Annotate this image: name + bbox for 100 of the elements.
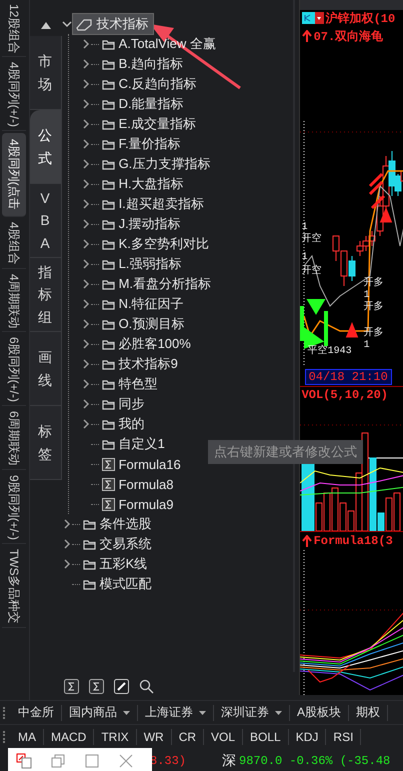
indicator-tab[interactable]: MA xyxy=(11,728,44,744)
side-tab[interactable]: TWS多品种交 xyxy=(2,546,26,628)
indicator-tab[interactable]: MACD xyxy=(44,728,94,744)
side-tab[interactable]: 4股同列(+/-) xyxy=(2,59,26,132)
tree-item[interactable]: 特色型 xyxy=(98,373,163,395)
side-tab[interactable]: 12股组合 xyxy=(2,1,26,58)
tree-item[interactable]: 五彩K线 xyxy=(80,553,152,575)
indicator-tab[interactable]: TRIX xyxy=(94,728,137,744)
indicator-tab[interactable]: KDJ xyxy=(288,728,326,744)
tree-item[interactable]: 我的 xyxy=(98,413,150,435)
edit-icon[interactable] xyxy=(114,678,129,694)
tree-item[interactable]: 模式匹配 xyxy=(80,573,157,595)
sigma-icon[interactable] xyxy=(88,678,104,694)
expand-icon[interactable] xyxy=(80,119,91,129)
folder-icon xyxy=(102,378,115,390)
side-tab[interactable]: 6股同列(+/-) xyxy=(2,334,26,406)
expand-icon[interactable] xyxy=(80,199,91,209)
expand-icon[interactable] xyxy=(62,519,72,529)
tree-item[interactable]: F.量价指标 xyxy=(98,133,186,155)
folder-icon xyxy=(102,298,115,310)
market-tab[interactable]: A股板块 xyxy=(290,704,350,720)
tree-item[interactable]: 交易系统 xyxy=(80,533,157,555)
quote-text: 9870.0 -0.36% (-35.48 xyxy=(239,754,390,768)
panel-tab[interactable]: 市场 xyxy=(30,36,62,110)
tree-item[interactable]: 同步 xyxy=(98,393,150,415)
side-tab[interactable]: 4股组合 xyxy=(2,219,26,269)
collapse-icon[interactable] xyxy=(62,19,72,29)
indicator-tab[interactable]: CR xyxy=(172,728,204,744)
sigma-icon[interactable] xyxy=(64,678,79,694)
tree-item[interactable]: M.看盘分析指标 xyxy=(98,273,216,295)
expand-icon[interactable] xyxy=(80,319,91,329)
expand-icon[interactable] xyxy=(80,79,91,89)
tree-item[interactable]: C.反趋向指标 xyxy=(98,73,202,95)
tree-item[interactable]: 自定义1 xyxy=(98,433,170,455)
tree-item[interactable]: E.成交量指标 xyxy=(98,113,201,135)
tree-item[interactable]: H.大盘指标 xyxy=(98,173,189,195)
expand-icon[interactable] xyxy=(80,99,91,109)
expand-icon[interactable] xyxy=(80,399,91,409)
tree-item[interactable]: 条件选股 xyxy=(80,513,157,535)
expand-icon[interactable] xyxy=(80,159,91,169)
folder-icon xyxy=(102,398,115,410)
tree-item[interactable]: J.摆动指标 xyxy=(98,213,186,235)
panel-tab[interactable]: 公式 xyxy=(30,110,62,184)
tree-item[interactable]: B.趋向指标 xyxy=(98,53,188,75)
expand-icon[interactable] xyxy=(80,339,91,349)
app-icon[interactable] xyxy=(16,753,32,769)
expand-icon[interactable] xyxy=(80,379,91,389)
market-tab[interactable]: 国内商品 xyxy=(62,704,138,720)
panel-tab[interactable]: 标签 xyxy=(30,406,62,480)
panel-tab[interactable]: VBA xyxy=(30,184,62,258)
side-tab[interactable]: 4股同列(点击 xyxy=(2,133,26,218)
market-tab[interactable]: 深圳证券 xyxy=(214,704,290,720)
expand-icon[interactable] xyxy=(80,179,91,189)
tree-item[interactable]: N.特征因子 xyxy=(98,293,189,315)
expand-icon[interactable] xyxy=(80,39,91,49)
tree-item[interactable]: Formula16 xyxy=(98,454,186,474)
indicator-tab[interactable]: RSI xyxy=(326,728,362,744)
expand-icon[interactable] xyxy=(80,279,91,289)
expand-icon[interactable] xyxy=(80,59,91,69)
tree-item[interactable]: K.多空势利对比 xyxy=(98,233,214,255)
panel-tab[interactable]: 画线 xyxy=(30,332,62,406)
side-tab[interactable]: 4周期联动 xyxy=(2,270,26,332)
tree-item[interactable]: O.预测目标 xyxy=(98,313,190,335)
market-tab[interactable]: 中金所 xyxy=(11,704,62,720)
tree-item[interactable]: 必胜客100% xyxy=(98,333,196,355)
expand-icon[interactable] xyxy=(62,539,72,549)
folder-icon xyxy=(102,178,115,190)
panel-tab[interactable]: 指标组 xyxy=(30,258,62,332)
expand-icon[interactable] xyxy=(80,259,91,269)
tree-item[interactable]: 技术指标9 xyxy=(98,353,183,375)
folder-icon xyxy=(102,418,115,430)
folder-icon xyxy=(102,438,115,450)
tree-item[interactable]: G.压力支撑指标 xyxy=(98,153,216,175)
indicator-tab[interactable]: WR xyxy=(136,728,172,744)
expand-icon[interactable] xyxy=(80,139,91,149)
tree-item[interactable]: 技术指标 xyxy=(72,13,154,35)
up-arrow-icon xyxy=(302,534,312,548)
tree-item[interactable]: D.能量指标 xyxy=(98,93,189,115)
indicator-tab[interactable]: VOL xyxy=(204,728,244,744)
expand-icon[interactable] xyxy=(80,359,91,369)
side-tab[interactable]: 9股同列(+/-) xyxy=(2,472,26,544)
maximize-icon[interactable] xyxy=(84,753,100,769)
expand-icon[interactable] xyxy=(80,419,91,429)
restore-icon[interactable] xyxy=(50,753,66,769)
tree-item[interactable]: I.超买超卖指标 xyxy=(98,193,209,215)
market-tab[interactable]: 上海证券 xyxy=(138,704,214,720)
expand-icon[interactable] xyxy=(80,219,91,229)
search-icon[interactable] xyxy=(138,678,154,694)
scroll-up-icon[interactable] xyxy=(40,22,51,28)
expand-icon[interactable] xyxy=(62,559,72,569)
side-tab[interactable]: 6周期联动 xyxy=(2,408,26,470)
chart-type-button[interactable] xyxy=(302,12,324,24)
tree-item[interactable]: Formula9 xyxy=(98,494,178,514)
close-icon[interactable] xyxy=(118,753,134,769)
expand-icon[interactable] xyxy=(80,299,91,309)
tree-item[interactable]: L.强弱指标 xyxy=(98,253,186,275)
expand-icon[interactable] xyxy=(80,239,91,249)
indicator-tab[interactable]: BOLL xyxy=(243,728,289,744)
market-tab[interactable]: 期权 xyxy=(349,704,388,720)
tree-item[interactable]: Formula8 xyxy=(98,474,178,494)
